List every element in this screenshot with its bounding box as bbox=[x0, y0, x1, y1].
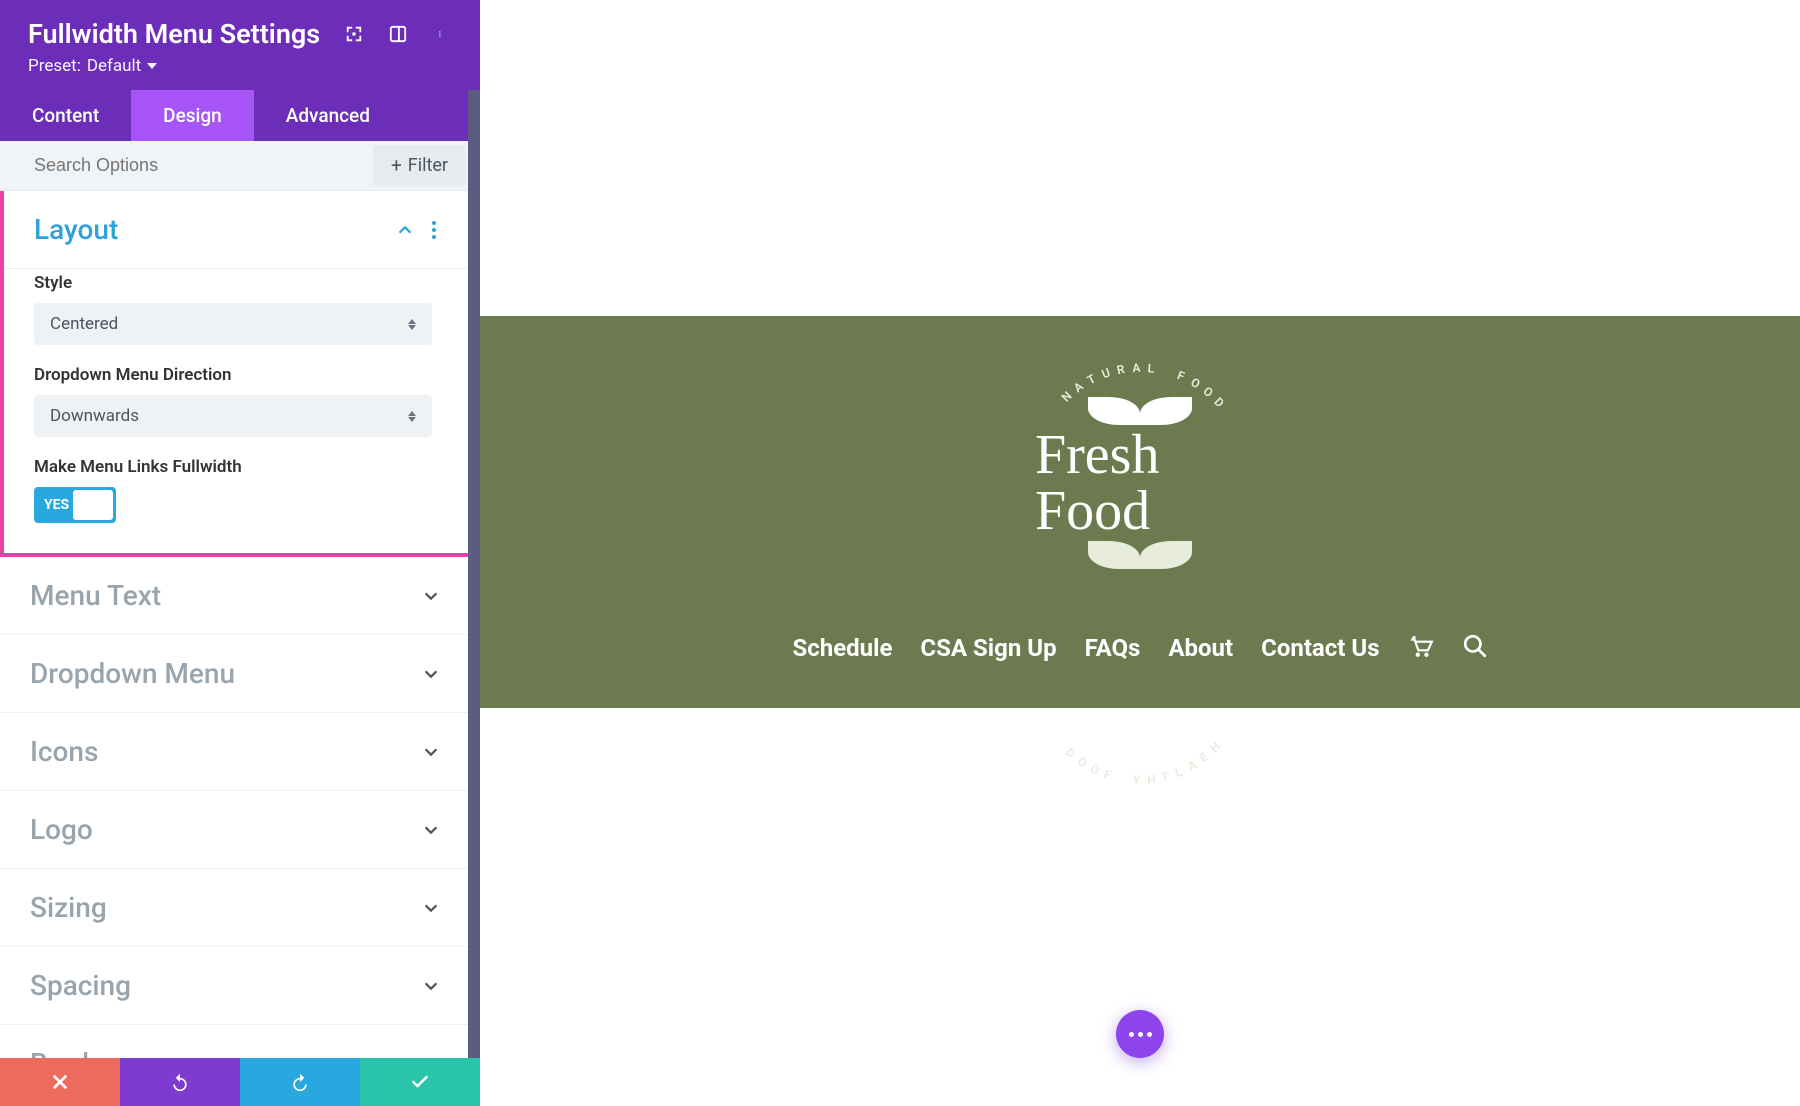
tab-design[interactable]: Design bbox=[131, 90, 254, 141]
nav-faqs[interactable]: FAQs bbox=[1085, 634, 1141, 662]
nav-schedule[interactable]: Schedule bbox=[792, 634, 892, 662]
tab-content[interactable]: Content bbox=[0, 90, 131, 141]
select-value: Downwards bbox=[50, 406, 139, 426]
fullwidth-menu-preview: NATURAL FOOD Fresh Food HEALTHY FOOD Sch… bbox=[480, 316, 1800, 708]
plus-icon: + bbox=[391, 156, 402, 175]
section-title: Dropdown Menu bbox=[30, 657, 235, 690]
nav-csa-signup[interactable]: CSA Sign Up bbox=[920, 634, 1056, 662]
dot-icon bbox=[1138, 1032, 1143, 1037]
section-more-icon[interactable] bbox=[432, 221, 436, 239]
field-fullwidth: Make Menu Links Fullwidth YES bbox=[34, 457, 446, 523]
chevron-down-icon bbox=[422, 821, 440, 839]
search-input[interactable] bbox=[0, 141, 373, 190]
nav-contact[interactable]: Contact Us bbox=[1261, 634, 1379, 662]
expand-icon[interactable] bbox=[344, 24, 364, 44]
sections-list: Layout Style Centered Dropdo bbox=[0, 191, 480, 1106]
panel-header: Fullwidth Menu Settings Preset: Default bbox=[0, 0, 480, 90]
settings-tabs: Content Design Advanced bbox=[0, 90, 480, 141]
section-title: Icons bbox=[30, 735, 98, 768]
logo: NATURAL FOOD Fresh Food HEALTHY FOOD bbox=[1035, 361, 1245, 605]
preset-dropdown[interactable]: Preset: Default bbox=[28, 56, 320, 76]
dot-icon bbox=[1129, 1032, 1134, 1037]
select-arrows-icon bbox=[408, 411, 416, 422]
style-select[interactable]: Centered bbox=[34, 303, 432, 345]
section-menu-text[interactable]: Menu Text bbox=[0, 557, 480, 635]
field-label: Make Menu Links Fullwidth bbox=[34, 457, 446, 477]
section-dropdown-menu[interactable]: Dropdown Menu bbox=[0, 635, 480, 713]
section-logo[interactable]: Logo bbox=[0, 791, 480, 869]
search-bar: + Filter bbox=[0, 141, 480, 191]
nav-about[interactable]: About bbox=[1168, 634, 1233, 662]
preview-canvas: NATURAL FOOD Fresh Food HEALTHY FOOD Sch… bbox=[480, 0, 1800, 1106]
preset-value: Default bbox=[87, 56, 141, 76]
leaf-icon-bottom bbox=[1088, 541, 1192, 569]
chevron-down-icon bbox=[422, 587, 440, 605]
close-button[interactable] bbox=[0, 1058, 120, 1106]
redo-button[interactable] bbox=[240, 1058, 360, 1106]
filter-button[interactable]: + Filter bbox=[373, 145, 466, 186]
toggle-knob bbox=[73, 490, 113, 520]
section-title: Layout bbox=[34, 213, 118, 246]
logo-bottom-arc: HEALTHY FOOD bbox=[1035, 569, 1245, 605]
undo-button[interactable] bbox=[120, 1058, 240, 1106]
leaf-icon-top bbox=[1088, 397, 1192, 425]
section-title: Spacing bbox=[30, 969, 131, 1002]
field-direction: Dropdown Menu Direction Downwards bbox=[34, 365, 446, 437]
dot-icon bbox=[1147, 1032, 1152, 1037]
fullwidth-toggle[interactable]: YES bbox=[34, 487, 116, 523]
section-layout-body: Style Centered Dropdown Menu Direction D… bbox=[4, 269, 476, 553]
chevron-down-icon bbox=[147, 63, 157, 69]
chevron-down-icon bbox=[422, 743, 440, 761]
save-button[interactable] bbox=[360, 1058, 480, 1106]
filter-label: Filter bbox=[408, 155, 448, 176]
section-layout-head[interactable]: Layout bbox=[4, 191, 476, 269]
field-label: Dropdown Menu Direction bbox=[34, 365, 446, 385]
logo-top-arc: NATURAL FOOD bbox=[1035, 361, 1245, 397]
section-title: Menu Text bbox=[30, 579, 161, 612]
nav-links: Schedule CSA Sign Up FAQs About Contact … bbox=[792, 633, 1487, 663]
panel-footer bbox=[0, 1058, 480, 1106]
collapsed-sections: Menu Text Dropdown Menu Icons Logo Sizin… bbox=[0, 557, 480, 1103]
section-layout-highlight: Layout Style Centered Dropdo bbox=[0, 191, 480, 557]
more-menu-icon[interactable] bbox=[432, 24, 452, 44]
section-title: Sizing bbox=[30, 891, 107, 924]
select-arrows-icon bbox=[408, 319, 416, 330]
section-spacing[interactable]: Spacing bbox=[0, 947, 480, 1025]
chevron-down-icon bbox=[422, 899, 440, 917]
select-value: Centered bbox=[50, 314, 118, 334]
builder-fab[interactable] bbox=[1116, 1010, 1164, 1058]
direction-select[interactable]: Downwards bbox=[34, 395, 432, 437]
panel-scrollbar[interactable] bbox=[468, 90, 480, 1058]
field-label: Style bbox=[34, 273, 446, 293]
section-sizing[interactable]: Sizing bbox=[0, 869, 480, 947]
brand-name: Fresh Food bbox=[1035, 427, 1245, 539]
responsive-icon[interactable] bbox=[388, 24, 408, 44]
settings-panel: Fullwidth Menu Settings Preset: Default … bbox=[0, 0, 480, 1106]
tab-advanced[interactable]: Advanced bbox=[254, 90, 402, 141]
panel-title: Fullwidth Menu Settings bbox=[28, 18, 320, 50]
chevron-down-icon bbox=[422, 977, 440, 995]
chevron-down-icon bbox=[422, 665, 440, 683]
section-icons[interactable]: Icons bbox=[0, 713, 480, 791]
section-title: Logo bbox=[30, 813, 93, 846]
toggle-label: YES bbox=[44, 497, 69, 513]
preset-label: Preset: bbox=[28, 56, 81, 76]
cart-icon[interactable] bbox=[1408, 633, 1434, 663]
search-icon[interactable] bbox=[1462, 633, 1488, 663]
chevron-up-icon bbox=[396, 221, 414, 239]
field-style: Style Centered bbox=[34, 273, 446, 345]
